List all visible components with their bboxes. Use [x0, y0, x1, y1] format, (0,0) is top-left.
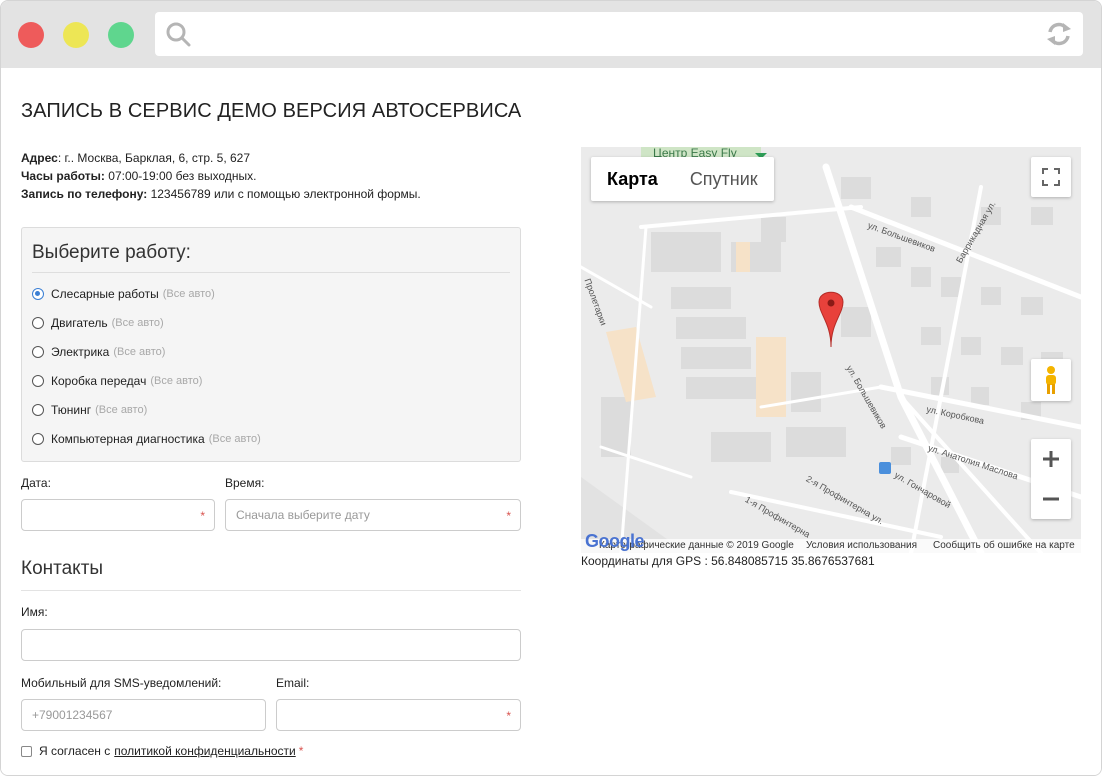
required-mark: *: [298, 744, 304, 758]
hours-value: 07:00-19:00 без выходных.: [104, 169, 257, 183]
zoom-controls: [1031, 439, 1071, 519]
contacts-heading: Контакты: [21, 558, 104, 579]
work-option-note: (Все авто): [162, 288, 215, 300]
map-tab[interactable]: Карта: [591, 157, 674, 201]
browser-toolbar: [1, 1, 1101, 68]
consent-checkbox[interactable]: [21, 745, 32, 757]
email-label: Email:: [276, 676, 310, 690]
required-mark: *: [200, 509, 205, 523]
minimize-window-button[interactable]: [63, 22, 89, 48]
work-option-2[interactable]: Двигатель (Все авто): [32, 314, 164, 332]
browser-window: ЗАПИСЬ В СЕРВИС ДЕМО ВЕРСИЯ АВТОСЕРВИСА …: [0, 0, 1102, 776]
work-option-3[interactable]: Электрика (Все авто): [32, 343, 165, 361]
pegman-button[interactable]: [1031, 359, 1071, 401]
service-info: Адрес: г.. Москва, Барклая, 6, стр. 5, 6…: [21, 149, 421, 203]
work-heading: Выберите работу:: [32, 242, 191, 263]
radio-button[interactable]: [32, 288, 44, 300]
mobile-label: Мобильный для SMS-уведомлений:: [21, 676, 222, 690]
map-report-link[interactable]: Сообщить об ошибке на карте: [933, 540, 1075, 551]
mobile-field[interactable]: +79001234567: [21, 699, 266, 731]
phone-label: Запись по телефону:: [21, 187, 148, 201]
name-field[interactable]: [21, 629, 521, 661]
work-option-note: (Все авто): [150, 375, 203, 387]
consent-text: Я согласен с: [39, 744, 111, 758]
radio-button[interactable]: [32, 346, 44, 358]
work-option-note: (Все авто): [95, 404, 148, 416]
zoom-out-icon: [1043, 497, 1059, 501]
work-option-5[interactable]: Тюнинг (Все авто): [32, 401, 147, 419]
work-option-4[interactable]: Коробка передач (Все авто): [32, 372, 202, 390]
privacy-policy-link[interactable]: политикой конфиденциальности: [114, 744, 295, 758]
work-option-label: Коробка передач: [51, 374, 147, 388]
search-icon: [165, 21, 191, 52]
consent-row: Я согласен с политикой конфиденциальност…: [21, 744, 303, 758]
fullscreen-icon: [1042, 168, 1060, 186]
close-window-button[interactable]: [18, 22, 44, 48]
time-field[interactable]: Сначала выберите дату *: [225, 499, 521, 531]
name-label: Имя:: [21, 605, 48, 619]
work-option-label: Электрика: [51, 345, 110, 359]
pegman-icon: [1046, 366, 1056, 394]
address-label: Адрес: [21, 151, 58, 165]
mobile-placeholder: +79001234567: [32, 708, 113, 722]
radio-button[interactable]: [32, 404, 44, 416]
work-option-note: (Все авто): [111, 317, 164, 329]
zoom-in-icon: [1043, 451, 1059, 467]
radio-button[interactable]: [32, 433, 44, 445]
map-terms-link[interactable]: Условия использования: [806, 540, 917, 551]
fullscreen-button[interactable]: [1031, 157, 1071, 197]
radio-button[interactable]: [32, 317, 44, 329]
email-field[interactable]: *: [276, 699, 521, 731]
work-option-label: Двигатель: [51, 316, 108, 330]
work-option-6[interactable]: Компьютерная диагностика (Все авто): [32, 430, 261, 448]
page-title: ЗАПИСЬ В СЕРВИС ДЕМО ВЕРСИЯ АВТОСЕРВИСА: [21, 100, 522, 122]
time-placeholder: Сначала выберите дату: [236, 508, 370, 522]
gps-coordinates: Координаты для GPS : 56.848085715 35.867…: [581, 554, 875, 568]
work-option-label: Компьютерная диагностика: [51, 432, 205, 446]
work-option-1[interactable]: Слесарные работы (Все авто): [32, 285, 215, 303]
divider: [21, 590, 521, 591]
maximize-window-button[interactable]: [108, 22, 134, 48]
map-type-switcher: Карта Спутник: [591, 157, 774, 201]
google-logo[interactable]: Google: [585, 531, 645, 552]
date-label: Дата:: [21, 476, 51, 490]
hours-label: Часы работы:: [21, 169, 105, 183]
date-field[interactable]: *: [21, 499, 215, 531]
work-option-label: Слесарные работы: [51, 287, 159, 301]
time-label: Время:: [225, 476, 265, 490]
address-bar[interactable]: [155, 12, 1083, 56]
divider: [32, 272, 510, 273]
page-content: ЗАПИСЬ В СЕРВИС ДЕМО ВЕРСИЯ АВТОСЕРВИСА …: [1, 68, 1101, 775]
phone-value: 123456789 или с помощью электронной форм…: [147, 187, 421, 201]
required-mark: *: [506, 509, 511, 523]
reload-icon[interactable]: [1045, 21, 1073, 52]
required-mark: *: [506, 709, 511, 723]
work-option-note: (Все авто): [113, 346, 166, 358]
work-option-note: (Все авто): [208, 433, 261, 445]
map[interactable]: Центр Easy Fly ул. Большевиков Баррикадн…: [581, 147, 1081, 553]
satellite-tab[interactable]: Спутник: [674, 157, 774, 201]
work-selection-panel: Выберите работу: Слесарные работы (Все ав…: [21, 227, 521, 462]
map-footer: Картографические данные © 2019 Google Ус…: [581, 539, 1081, 553]
address-value: : г.. Москва, Барклая, 6, стр. 5, 627: [57, 151, 251, 165]
work-option-label: Тюнинг: [51, 403, 92, 417]
radio-button[interactable]: [32, 375, 44, 387]
